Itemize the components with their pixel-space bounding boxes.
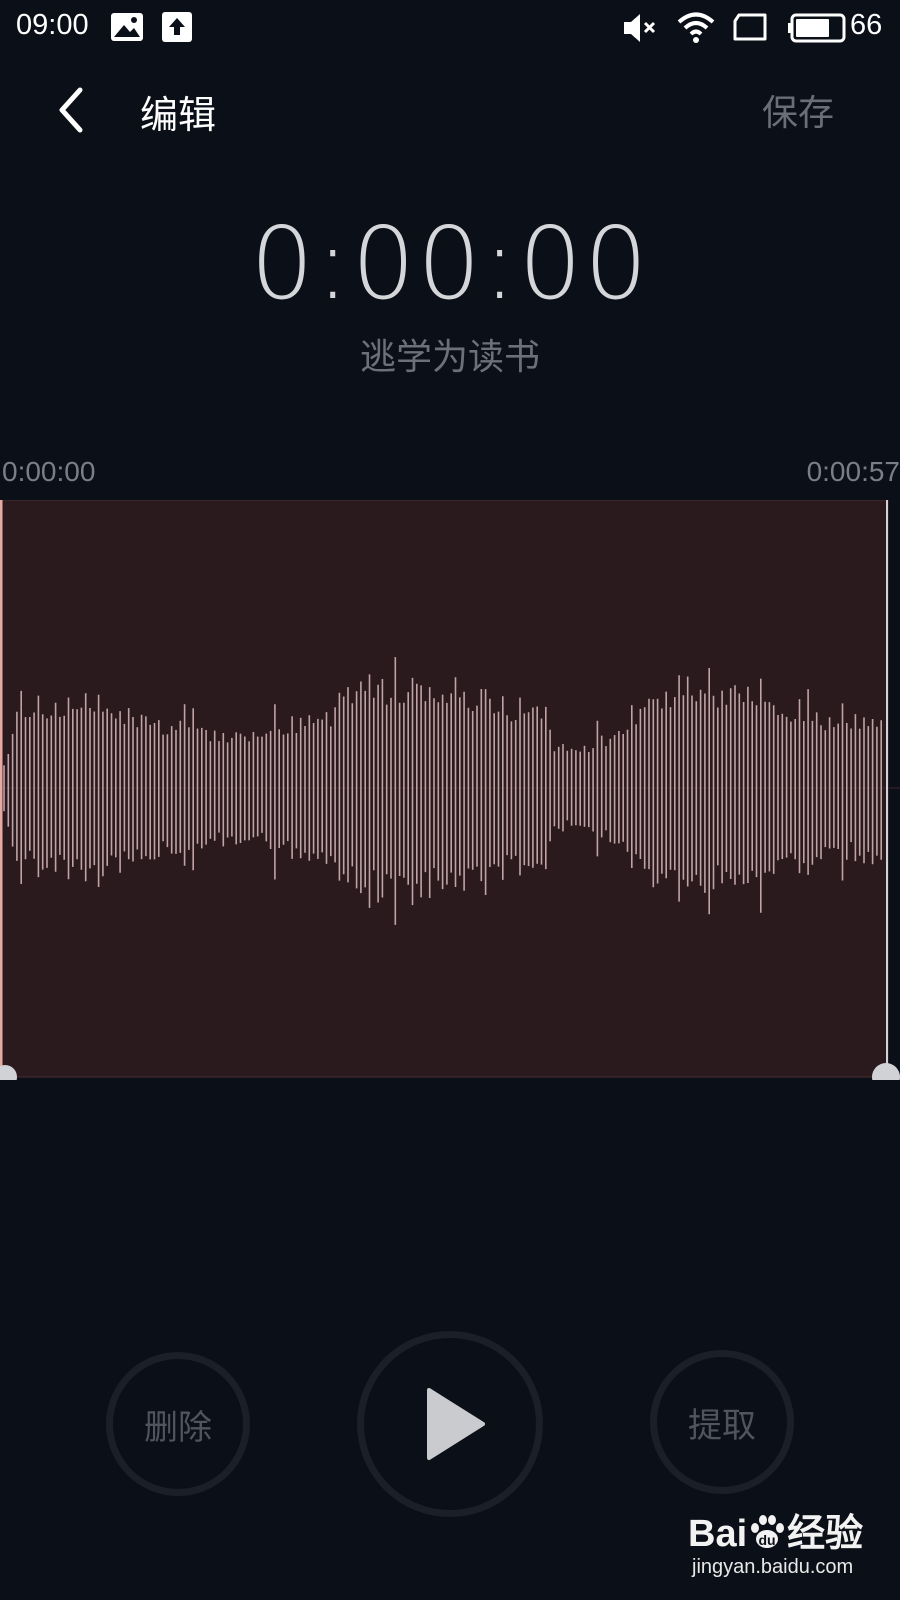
mute-icon — [622, 12, 658, 44]
status-bar: 09:00 66 — [0, 0, 900, 56]
timeline-start-label: 0:00:00 — [2, 456, 96, 487]
delete-label: 删除 — [144, 1407, 212, 1448]
watermark: Bai du 经验 jingyan.baidu.com — [688, 1502, 888, 1592]
paw-icon: du — [751, 1515, 785, 1548]
header: 编辑 保存 — [0, 56, 900, 166]
waveform-editor[interactable] — [0, 500, 900, 1080]
image-icon — [110, 12, 144, 42]
play-button[interactable] — [357, 1331, 543, 1517]
timeline-end-label: 0:00:57 — [806, 456, 900, 487]
watermark-url: jingyan.baidu.com — [692, 1556, 854, 1578]
play-icon — [427, 1388, 485, 1460]
extract-button[interactable]: 提取 — [650, 1350, 794, 1494]
save-button[interactable]: 保存 — [762, 84, 834, 136]
current-time: 0:00:00 — [250, 205, 650, 322]
page-title: 编辑 — [140, 93, 217, 137]
recording-name: 逃学为读书 — [359, 337, 540, 378]
delete-button[interactable]: 删除 — [106, 1352, 250, 1496]
chevron-left-icon — [59, 87, 83, 133]
status-time: 09:00 — [16, 9, 89, 41]
watermark-logo: Bai du 经验 — [688, 1513, 864, 1555]
upload-icon — [162, 12, 192, 42]
waveform[interactable] — [0, 500, 900, 1080]
svg-text:du: du — [759, 1532, 776, 1548]
extract-label: 提取 — [688, 1405, 756, 1446]
tablet-icon — [733, 13, 767, 41]
battery-level: 66 — [850, 9, 883, 41]
wifi-icon — [676, 10, 716, 44]
battery-icon — [788, 13, 846, 43]
back-button[interactable] — [46, 84, 98, 136]
